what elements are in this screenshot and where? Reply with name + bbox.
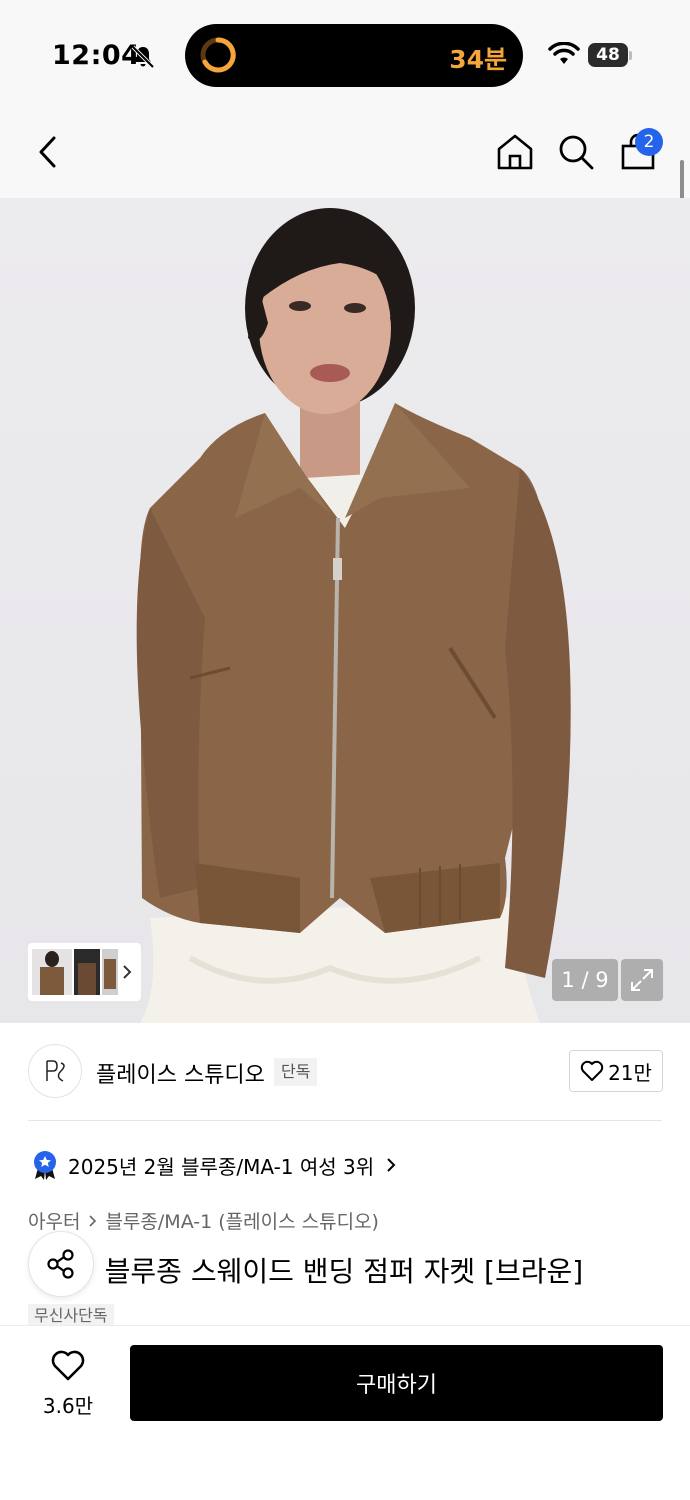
battery-tip (629, 51, 632, 60)
clock: 12:04 (52, 40, 141, 71)
search-icon (559, 135, 594, 170)
expand-image-button[interactable] (621, 959, 663, 1001)
ranking-badge-icon (34, 1151, 56, 1180)
brand-logo[interactable] (28, 1044, 82, 1098)
bell-muted-icon (131, 45, 155, 69)
favorite-count: 3.6만 (42, 1394, 94, 1418)
ranking-link[interactable]: 2025년 2월 블루종/MA-1 여성 3위 (32, 1150, 396, 1180)
status-bar: 12:04 34분 48 (0, 0, 690, 110)
image-pager: 1 / 9 (552, 959, 618, 1001)
back-button[interactable] (26, 130, 70, 174)
brand-like-button[interactable]: 21만 (569, 1050, 663, 1092)
heart-icon (51, 1350, 85, 1381)
favorite-button[interactable]: 3.6만 (28, 1346, 108, 1418)
share-button[interactable] (28, 1231, 94, 1297)
top-nav (0, 110, 690, 198)
cart-count-badge: 2 (635, 128, 663, 156)
breadcrumb-subcategory[interactable]: 블루종/MA-1 (플레이스 스튜디오) (105, 1207, 379, 1234)
chevron-right-icon (89, 1214, 97, 1227)
chevron-right-icon (123, 965, 132, 979)
heart-icon (580, 1060, 604, 1081)
divider (28, 1120, 662, 1121)
ranking-text: 2025년 2월 블루종/MA-1 여성 3위 (68, 1154, 375, 1179)
home-button[interactable] (493, 130, 537, 174)
search-button[interactable] (554, 130, 598, 174)
product-image-carousel[interactable] (0, 198, 690, 1023)
home-icon (497, 134, 533, 170)
chevron-left-icon (39, 136, 56, 168)
brand-logo-mark (46, 1060, 65, 1082)
brand-name-link[interactable]: 플레이스 스튜디오 (96, 1057, 265, 1089)
dynamic-island[interactable]: 34분 (185, 24, 523, 87)
product-detail-screen: 12:04 34분 48 2 1 / 9 플레이스 스튜디오 단독 21만 20… (0, 0, 690, 1500)
breadcrumb: 아우터 블루종/MA-1 (플레이스 스튜디오) (28, 1207, 379, 1234)
thumbnail-strip-button[interactable] (28, 943, 141, 1001)
timer-text: 34분 (449, 45, 507, 74)
brand-like-count: 21만 (608, 1060, 652, 1085)
expand-icon (631, 969, 653, 991)
product-photo (136, 208, 571, 1023)
thumbnail-images (32, 949, 118, 995)
battery-indicator: 48 (588, 43, 628, 67)
product-title: ㅣ 블루종 스웨이드 밴딩 점퍼 자켓 [브라운] (70, 1255, 584, 1288)
timer-ring-icon (200, 37, 236, 73)
wifi-icon (548, 42, 580, 64)
buy-button[interactable]: 구매하기 (130, 1345, 663, 1421)
share-icon (47, 1249, 74, 1279)
exclusive-badge: 단독 (274, 1058, 318, 1086)
breadcrumb-category[interactable]: 아우터 (28, 1207, 80, 1234)
chevron-right-icon (387, 1158, 396, 1172)
